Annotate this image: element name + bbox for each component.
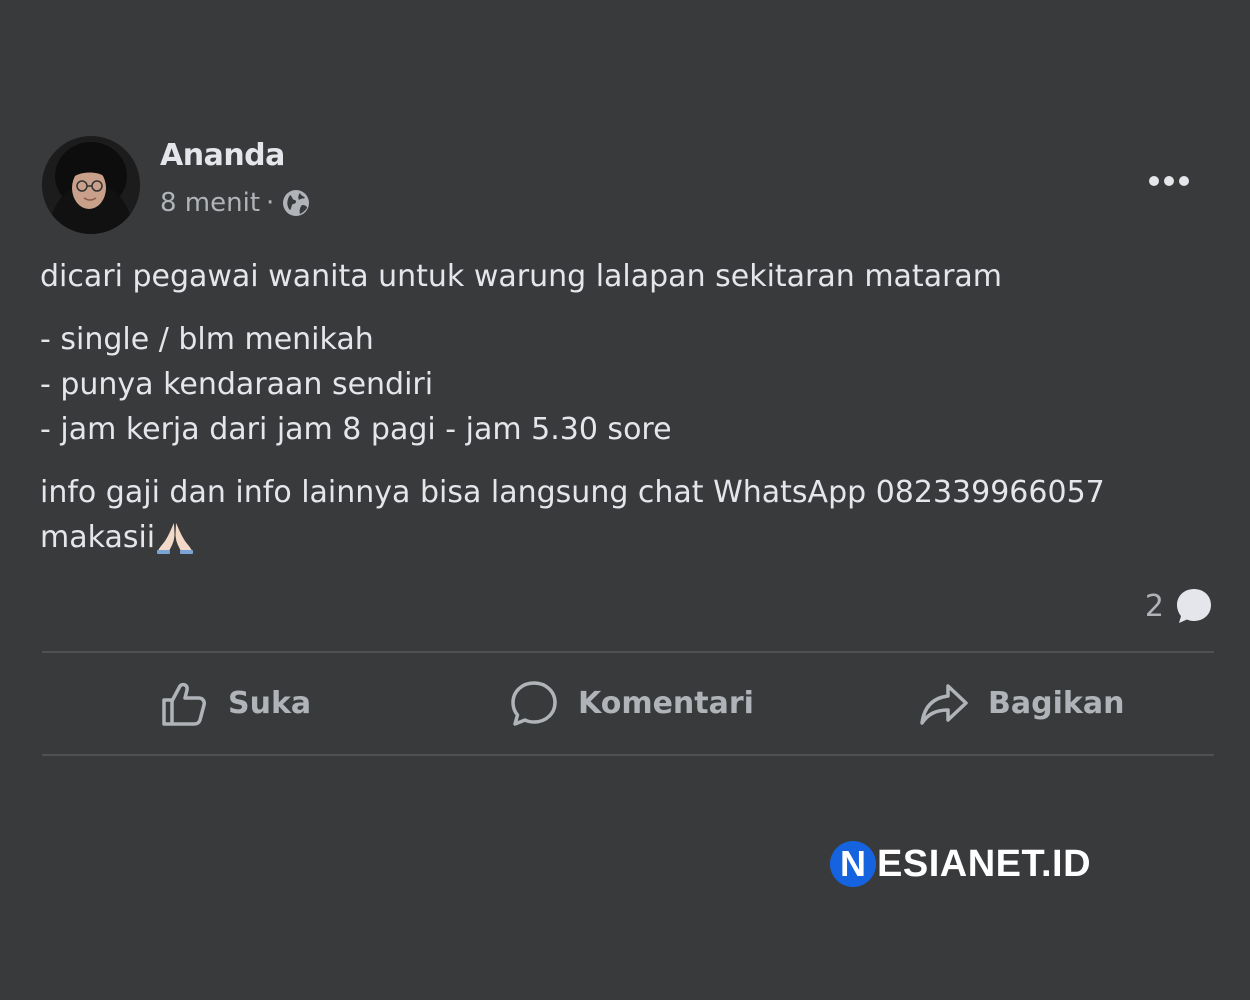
comment-label: Komentari	[578, 686, 754, 721]
avatar-photo	[42, 136, 140, 234]
post-paragraph: dicari pegawai wanita untuk warung lalap…	[40, 254, 1190, 299]
share-button[interactable]: Bagikan	[918, 653, 1124, 754]
like-label: Suka	[228, 686, 312, 721]
comment-icon	[511, 680, 557, 726]
post-meta: 8 menit ·	[160, 185, 312, 221]
site-watermark: N ESIANET.ID	[830, 840, 1091, 888]
post-line-with-emoji: makasii	[40, 515, 1190, 560]
post-time[interactable]: 8 menit	[160, 188, 260, 218]
author-name[interactable]: Ananda	[160, 138, 285, 173]
post-actions: Suka Komentari Bagikan	[42, 653, 1214, 754]
comment-count-value: 2	[1144, 588, 1164, 624]
watermark-text: ESIANET.ID	[877, 842, 1092, 885]
globe-icon[interactable]	[280, 187, 312, 219]
more-dot	[1179, 176, 1189, 186]
folded-hands-emoji	[157, 523, 194, 554]
post-line: dicari pegawai wanita untuk warung lalap…	[40, 259, 1003, 294]
post-line: info gaji dan info lainnya bisa langsung…	[40, 475, 1105, 510]
post-line: - jam kerja dari jam 8 pagi - jam 5.30 s…	[40, 412, 672, 447]
share-arrow-icon	[920, 683, 968, 725]
share-label: Bagikan	[988, 686, 1125, 721]
comment-bubble-icon	[1177, 589, 1211, 623]
divider	[42, 754, 1214, 756]
author-avatar[interactable]	[42, 136, 140, 234]
more-dot	[1164, 176, 1174, 186]
watermark-badge: N	[830, 841, 876, 887]
post-line: - single / blm menikah	[40, 322, 374, 357]
thumbs-up-icon	[162, 682, 206, 726]
like-button[interactable]: Suka	[158, 653, 311, 754]
post-body: dicari pegawai wanita untuk warung lalap…	[40, 254, 1190, 578]
post-paragraph: info gaji dan info lainnya bisa langsung…	[40, 470, 1190, 560]
more-dot	[1149, 176, 1159, 186]
comment-count[interactable]: 2	[1145, 585, 1214, 627]
comment-button[interactable]: Komentari	[508, 653, 754, 754]
more-options-icon[interactable]	[1140, 160, 1198, 202]
post-line: makasii	[40, 520, 156, 555]
meta-separator: ·	[266, 188, 275, 218]
post-line: - punya kendaraan sendiri	[40, 367, 434, 402]
facebook-post: Ananda 8 menit · dicari pegawai wanita u…	[0, 0, 1250, 1000]
post-paragraph: - single / blm menikah - punya kendaraan…	[40, 317, 1190, 452]
